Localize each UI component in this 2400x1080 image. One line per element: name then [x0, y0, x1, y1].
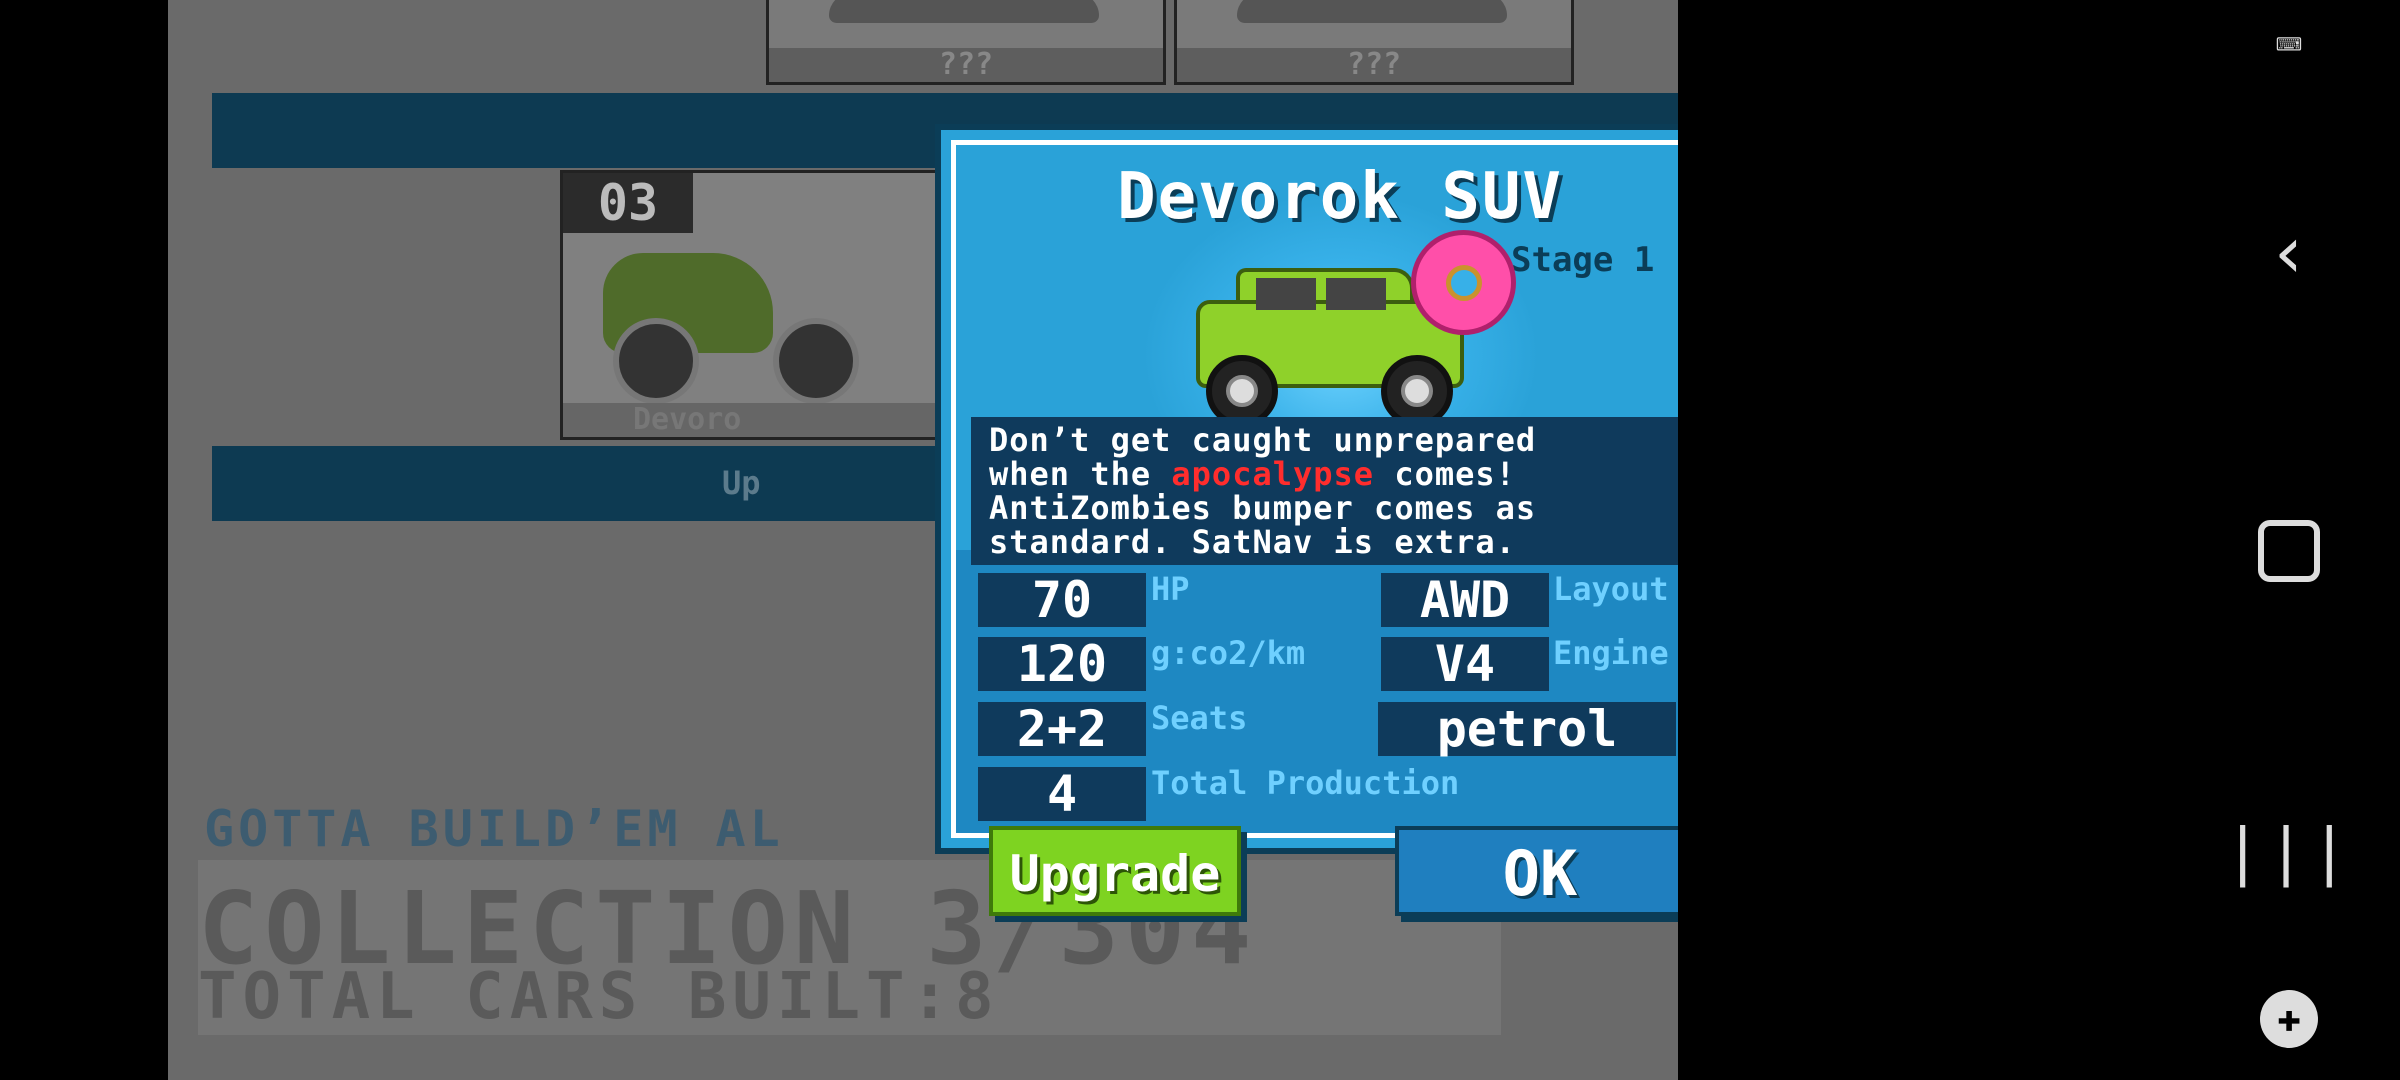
production-value: 4 — [978, 767, 1146, 821]
seats-label: Seats — [1151, 699, 1248, 737]
car-window — [1256, 278, 1316, 310]
desc-text: when the — [989, 455, 1172, 493]
desc-line: standard. SatNav is extra. — [989, 523, 1516, 561]
desc-line: Don’t get caught unprepared — [989, 421, 1537, 459]
donut-icon — [1411, 230, 1516, 335]
car-title: Devorok SUV — [1117, 160, 1563, 234]
banner-text: Up — [722, 464, 761, 502]
desc-line: AntiZombies bumper comes as — [989, 489, 1537, 527]
collection-panel: COLLECTION 3/304 TOTAL CARS BUILT:8 — [198, 860, 1501, 1035]
production-label: Total Production — [1151, 764, 1460, 802]
car-silhouette — [1237, 0, 1507, 23]
back-icon[interactable]: ‹ — [2178, 210, 2400, 294]
locked-car-slot[interactable]: ??? — [766, 0, 1166, 85]
engine-label: Engine — [1553, 634, 1669, 672]
car-silhouette — [829, 0, 1099, 23]
co2-label: g:co2/km — [1151, 634, 1306, 672]
total-cars-built: TOTAL CARS BUILT:8 — [198, 960, 1000, 1034]
card-number: 03 — [563, 173, 693, 233]
wheel — [613, 318, 699, 404]
ok-button[interactable]: OK — [1395, 826, 1678, 916]
seats-value: 2+2 — [978, 702, 1146, 756]
desc-line: when the apocalypse comes! — [989, 457, 1678, 491]
gotta-heading: GOTTA BUILD’EM AL — [204, 800, 784, 858]
hp-label: HP — [1151, 570, 1190, 608]
car-description: Don’t get caught unprepared when the apo… — [971, 417, 1678, 565]
layout-value: AWD — [1381, 573, 1549, 627]
wheel — [773, 318, 859, 404]
slot-label: ??? — [1177, 48, 1571, 82]
layout-label: Layout — [1553, 570, 1669, 608]
desc-text: comes! — [1374, 455, 1516, 493]
locked-car-slot[interactable]: ??? — [1174, 0, 1574, 85]
hp-value: 70 — [978, 573, 1146, 627]
upgrade-button[interactable]: Upgrade — [989, 826, 1241, 916]
engine-value: V4 — [1381, 637, 1549, 691]
system-nav-bar: ⌨ ‹ ||| ✚ — [2178, 0, 2400, 1080]
game-controller-icon[interactable]: ✚ — [2178, 990, 2400, 1048]
game-screen: ??? ??? 03 Devoro ? Up e 2 GOTTA BUILD’E… — [168, 0, 1678, 1080]
slot-label: ??? — [769, 48, 1163, 82]
fuel-value: petrol — [1378, 702, 1676, 756]
recents-icon[interactable]: ||| — [2178, 815, 2400, 888]
co2-value: 120 — [978, 637, 1146, 691]
desc-highlight: apocalypse — [1171, 455, 1375, 493]
car-info-dialog: Devorok SUV Stage 1 Don’t get caught unp… — [935, 124, 1678, 854]
stage-label: Stage 1 — [1511, 240, 1655, 280]
car-window — [1326, 278, 1386, 310]
key-cursor-icon[interactable]: ⌨ — [2178, 20, 2400, 71]
home-icon[interactable] — [2178, 520, 2400, 586]
